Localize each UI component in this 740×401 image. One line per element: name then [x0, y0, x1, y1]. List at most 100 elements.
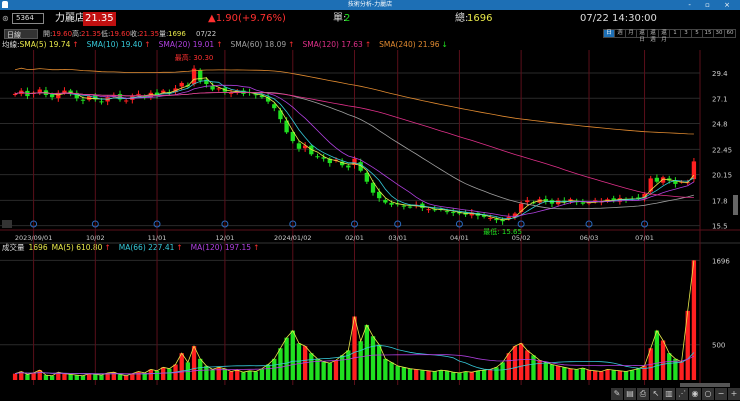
x-tick-label: 10/02	[86, 234, 105, 242]
volume-bar	[654, 330, 660, 380]
scrollbar	[733, 195, 738, 215]
volume-bar	[593, 370, 598, 380]
volume-bar	[235, 370, 240, 380]
price-volume-chart[interactable]: 29.4 27.1 24.8 22.45 20.15 17.8 15.5 1696 500 202…	[0, 0, 740, 388]
volume-bar	[667, 353, 672, 380]
volume-bar	[259, 368, 265, 380]
y-tick-label: 24.8	[712, 121, 728, 129]
x-tick-label: 07/01	[635, 234, 654, 242]
volume-bar	[500, 362, 505, 380]
candle-body	[210, 85, 215, 90]
candle-body	[99, 101, 104, 103]
volume-bar	[555, 365, 561, 380]
volume-bar	[333, 360, 339, 380]
candle-body	[315, 156, 320, 158]
volume-bar	[414, 369, 419, 380]
volume-bar	[228, 371, 234, 380]
volume-bar	[636, 368, 641, 380]
volume-bar	[395, 365, 400, 380]
scrollbar	[680, 383, 730, 387]
candle-body	[389, 202, 394, 205]
y-tick-label: 15.5	[712, 223, 728, 231]
volume-bar	[272, 358, 277, 380]
volume-bar	[562, 367, 567, 380]
volume-bar	[198, 358, 203, 380]
x-tick-label: 04/01	[450, 234, 469, 242]
volume-bar	[358, 341, 363, 380]
candle-body	[451, 212, 456, 214]
chart-toolbar: ✎ ▤ ⎙ ↖ ▥ ⋰ ◉ ○ − +	[611, 388, 740, 401]
volume-bar	[241, 372, 246, 380]
candle-body	[407, 206, 413, 208]
volume-bar	[327, 363, 332, 380]
volume-bar	[161, 367, 166, 380]
volume-bar	[167, 368, 172, 380]
volume-bar	[630, 370, 635, 380]
volume-bar	[438, 370, 444, 380]
volume-bar	[25, 374, 30, 380]
volume-bar	[74, 375, 79, 380]
volume-bar	[136, 371, 141, 380]
volume-bar	[284, 337, 289, 380]
candle-body	[444, 211, 450, 213]
y-tick-label: 17.8	[712, 197, 728, 205]
view-icon[interactable]: ◉	[689, 388, 701, 400]
volume-bar	[617, 370, 623, 380]
volume-bar	[481, 370, 487, 380]
volume-bar	[580, 368, 585, 380]
volume-bar	[457, 372, 462, 380]
indicator-icon[interactable]: ⋰	[676, 388, 688, 400]
volume-bar	[506, 353, 511, 380]
zoom-in-icon[interactable]: +	[728, 388, 740, 400]
y-tick-label: 20.15	[712, 172, 732, 180]
volume-bar	[401, 367, 407, 380]
candle-body	[216, 88, 221, 90]
candle-body	[364, 172, 370, 182]
volume-bar	[321, 361, 326, 380]
zoom-window-icon[interactable]: ▤	[624, 388, 636, 400]
volume-bar	[296, 343, 302, 380]
volume-bar	[623, 371, 629, 380]
candle-body	[198, 69, 203, 81]
x-tick-label: 02/01	[345, 234, 364, 242]
volume-bar	[364, 324, 370, 380]
volume-bar	[86, 373, 92, 380]
volume-bar	[518, 343, 524, 380]
volume-bar	[469, 372, 474, 380]
volume-bar	[315, 358, 320, 380]
volume-bar	[253, 371, 258, 380]
volume-bar	[494, 367, 499, 380]
volume-bar	[389, 362, 394, 380]
volume-bar	[512, 346, 518, 380]
candle-body	[525, 200, 530, 203]
volume-bar	[673, 358, 678, 380]
volume-bar	[154, 370, 160, 380]
volume-bar	[204, 365, 209, 380]
candle-body	[648, 178, 653, 192]
volume-bar	[475, 370, 481, 380]
volume-bar	[660, 340, 666, 380]
volume-bar	[130, 373, 135, 380]
zoom-out-icon[interactable]: −	[715, 388, 727, 400]
vol-tick-label: 500	[712, 342, 725, 350]
volume-bar	[432, 371, 437, 380]
candle-body	[580, 202, 585, 204]
max-price-label: 最高: 30.30	[175, 53, 214, 62]
volume-bar	[377, 344, 382, 380]
volume-bar	[691, 260, 697, 380]
candle-body	[346, 165, 351, 168]
draw-icon[interactable]: ✎	[611, 388, 623, 400]
volume-bar	[605, 369, 610, 380]
x-tick-label: 12/01	[216, 234, 235, 242]
refresh-icon[interactable]: ○	[702, 388, 714, 400]
cursor-icon[interactable]: ↖	[650, 388, 662, 400]
print-icon[interactable]: ⎙	[637, 388, 649, 400]
candle-body	[179, 82, 184, 87]
volume-bar	[444, 370, 450, 380]
layout-icon[interactable]: ▥	[663, 388, 675, 400]
candle-body	[555, 200, 561, 205]
y-tick-label: 29.4	[712, 70, 728, 78]
volume-bar	[586, 370, 592, 380]
volume-bar	[179, 353, 184, 380]
volume-bar	[383, 358, 388, 380]
